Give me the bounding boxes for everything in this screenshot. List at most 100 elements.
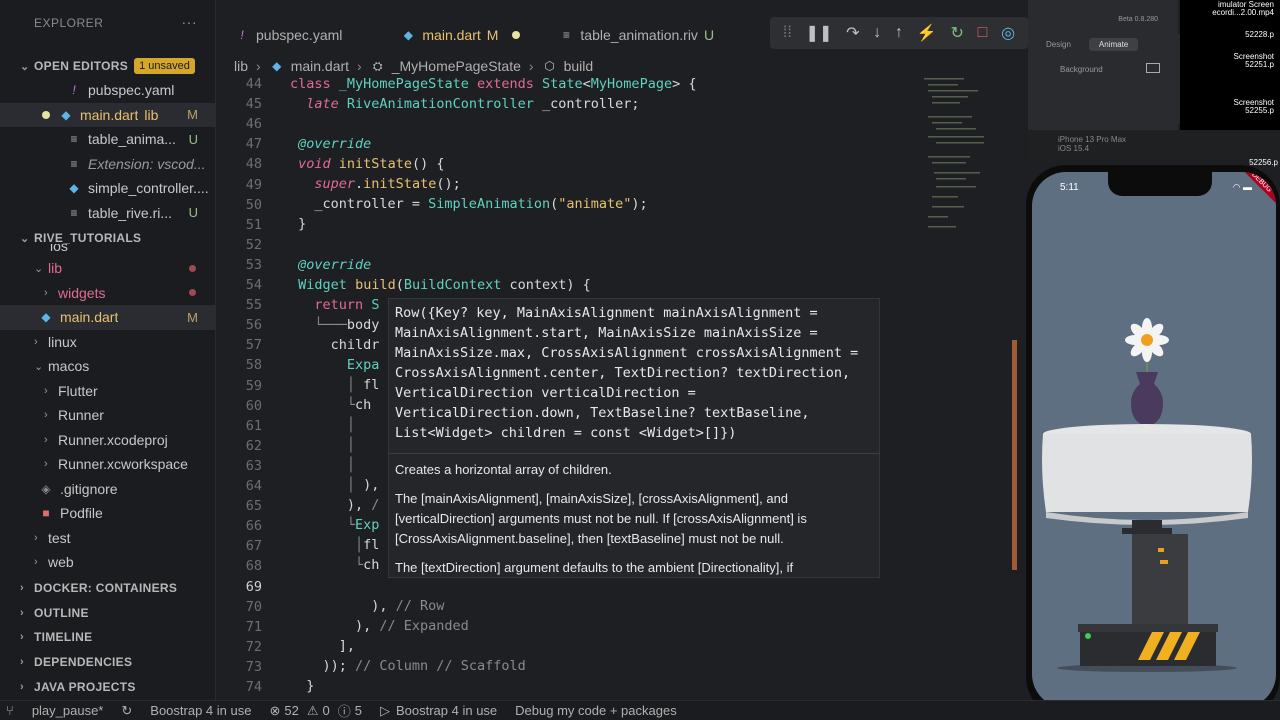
git-branch[interactable]: play_pause* <box>32 703 104 718</box>
line-number: 71 <box>245 618 262 635</box>
java-projects-section[interactable]: › JAVA PROJECTS <box>0 675 216 699</box>
open-editor-item[interactable]: ≡ table_rive.ri... U <box>0 201 216 226</box>
tree-item-lib[interactable]: ⌄ lib <box>0 256 216 281</box>
open-editor-item[interactable]: ≡ Extension: vscod... <box>0 152 216 177</box>
chevron-right-icon: › <box>34 556 38 569</box>
tree-item-runner[interactable]: › Runner <box>0 403 216 428</box>
section-label: OUTLINE <box>34 606 89 620</box>
timeline-section[interactable]: › TIMELINE <box>0 625 216 649</box>
open-editor-item[interactable]: ◆ main.dart lib M <box>0 102 216 127</box>
dart-file-icon: ◆ <box>272 59 282 73</box>
debug-toolbar: ⁞⁞ ❚❚ ↷ ↓ ↑ ⚡ ↻ □ ◎ <box>770 17 1028 49</box>
open-editor-item[interactable]: ◆ simple_controller.... <box>0 176 216 201</box>
tree-item-macos[interactable]: ⌄ macos <box>0 354 216 379</box>
tab-main-dart[interactable]: ◆ main.dart M <box>358 20 536 50</box>
tab-status: M <box>486 27 499 43</box>
tree-item-label: Podfile <box>60 505 103 522</box>
bootstrap-status[interactable]: Boostrap 4 in use <box>150 703 251 718</box>
breadcrumb-item[interactable]: _MyHomePageState <box>392 58 521 74</box>
tree-item-flutter[interactable]: › Flutter <box>0 379 216 404</box>
git-status: U <box>188 131 198 147</box>
chevron-right-icon: › <box>357 58 362 74</box>
open-editor-item[interactable]: ! pubspec.yaml <box>0 78 216 103</box>
tree-item-linux[interactable]: › linux <box>0 330 216 355</box>
dependencies-section[interactable]: › DEPENDENCIES <box>0 650 216 674</box>
outline-section[interactable]: › OUTLINE <box>0 601 216 625</box>
code-line: ), // Expanded <box>290 618 469 634</box>
yaml-file-icon: ! <box>240 28 244 42</box>
tree-item-web[interactable]: › web <box>0 550 216 575</box>
info-count[interactable]: 5 <box>355 703 362 718</box>
explorer-header: EXPLORER ··· <box>0 0 215 46</box>
sync-icon[interactable]: ↻ <box>121 703 132 719</box>
chevron-right-icon: › <box>528 58 534 74</box>
line-number: 49 <box>245 176 262 193</box>
stop-icon[interactable]: □ <box>978 24 988 42</box>
line-number: 52 <box>245 236 262 253</box>
line-number: 54 <box>245 277 262 293</box>
desktop-file-label[interactable]: 52256.p <box>1249 158 1278 167</box>
step-over-icon[interactable]: ↷ <box>846 23 859 43</box>
drag-handle-icon[interactable]: ⁞⁞ <box>783 24 792 42</box>
docker-section[interactable]: › DOCKER: CONTAINERS <box>0 576 216 600</box>
chevron-right-icon: › <box>44 458 48 471</box>
git-icon: ◈ <box>41 481 51 496</box>
desktop-file-label[interactable]: 52251.p <box>1245 60 1274 69</box>
line-number: 45 <box>245 96 262 113</box>
minimap[interactable] <box>920 76 1010 246</box>
tree-item-podfile[interactable]: ■ Podfile <box>0 501 216 526</box>
tree-item-test[interactable]: › test <box>0 526 216 551</box>
desktop-file-label[interactable]: 52228.p <box>1245 30 1274 39</box>
tab-pubspec[interactable]: ! pubspec.yaml <box>216 20 358 50</box>
more-actions-icon[interactable]: ··· <box>182 14 198 30</box>
pause-icon[interactable]: ❚❚ <box>806 23 833 43</box>
section-label: JAVA PROJECTS <box>34 680 136 694</box>
simulator-screen[interactable]: 5:11 ◠ ▬ DEBUG <box>1032 172 1276 708</box>
desktop-file-label[interactable]: ecordi...2.00.mp4 <box>1212 8 1274 17</box>
hot-reload-icon[interactable]: ⚡ <box>917 23 937 43</box>
tree-item-ios[interactable]: ios <box>0 244 216 256</box>
tree-item-main-dart[interactable]: ◆ main.dart M <box>0 305 216 330</box>
git-status: M <box>187 107 198 123</box>
step-out-icon[interactable]: ↑ <box>895 24 903 42</box>
rive-background-row[interactable]: Background <box>1030 55 1180 84</box>
line-number: 56 <box>245 317 262 334</box>
restart-icon[interactable]: ↻ <box>951 23 964 43</box>
rive-tab-design[interactable]: Design <box>1036 38 1081 51</box>
tree-item-label: Flutter <box>58 382 98 399</box>
tree-item-xcodeproj[interactable]: › Runner.xcodeproj <box>0 428 216 453</box>
chevron-right-icon: › <box>44 433 48 446</box>
tree-item-xcworkspace[interactable]: › Runner.xcworkspace <box>0 452 216 477</box>
section-label: TIMELINE <box>34 630 93 644</box>
color-swatch-icon[interactable] <box>1146 63 1160 73</box>
line-number: 64 <box>245 478 262 494</box>
step-into-icon[interactable]: ↓ <box>873 24 881 42</box>
dart-file-icon: ◆ <box>69 181 79 196</box>
error-count[interactable]: 52 <box>284 703 298 718</box>
rive-tab-animate[interactable]: Animate <box>1088 38 1139 51</box>
code-line: ), // Row <box>290 598 445 614</box>
line-number: 73 <box>245 658 262 675</box>
debug-icon: ▷ <box>379 702 390 718</box>
desktop-file-label[interactable]: 52255.p <box>1245 106 1274 115</box>
tree-item-gitignore[interactable]: ◈ .gitignore <box>0 477 216 502</box>
open-editors-section[interactable]: ⌄ OPEN EDITORS 1 unsaved <box>0 54 216 78</box>
scrollbar[interactable] <box>1012 340 1017 570</box>
debug-mode[interactable]: Debug my code + packages <box>515 703 677 718</box>
rive-background-label: Background <box>1060 65 1103 74</box>
line-number: 67 <box>245 538 262 555</box>
open-editor-item[interactable]: ≡ table_anima... U <box>0 127 216 152</box>
breadcrumb-item[interactable]: build <box>564 58 594 74</box>
bootstrap-status[interactable]: Boostrap 4 in use <box>396 703 497 718</box>
breadcrumb-item[interactable]: lib <box>234 58 248 74</box>
unsaved-dot-icon[interactable] <box>512 31 521 39</box>
warning-count[interactable]: 0 <box>323 703 330 718</box>
breadcrumb-item[interactable]: main.dart <box>291 58 349 74</box>
tab-table-animation[interactable]: ≡ table_animation.riv U <box>536 20 730 50</box>
inspect-icon[interactable]: ◎ <box>1001 23 1015 43</box>
tree-item-widgets[interactable]: › widgets <box>0 281 216 306</box>
open-editor-folder: lib <box>144 106 159 123</box>
chevron-down-icon: ⌄ <box>20 60 30 73</box>
line-number: 62 <box>245 437 262 454</box>
code-line: └Exp <box>290 517 380 533</box>
